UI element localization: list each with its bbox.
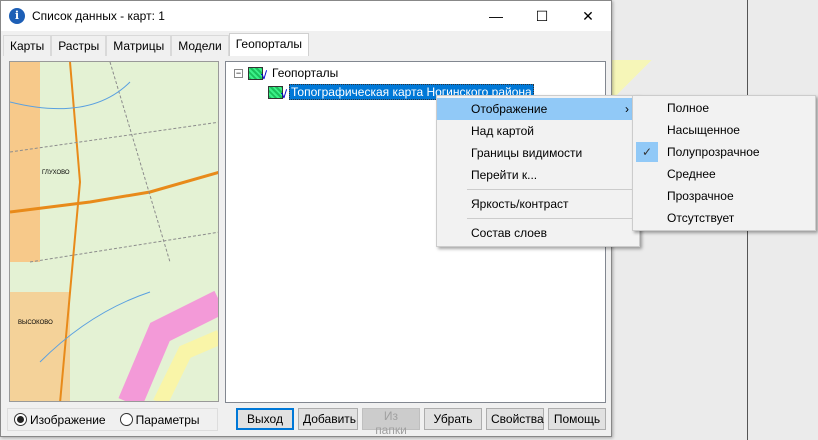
tree-node-geoportals[interactable]: − Геопорталы bbox=[234, 66, 339, 82]
collapse-icon[interactable]: − bbox=[234, 68, 243, 78]
map-preview: ГЛУХОВО ВЫСОКОВО bbox=[9, 61, 219, 402]
background-map-area bbox=[612, 60, 652, 100]
map-label: ГЛУХОВО bbox=[42, 170, 70, 176]
close-button[interactable]: ✕ bbox=[565, 1, 611, 31]
submenu-item-transparent[interactable]: Прозрачное bbox=[633, 185, 815, 207]
help-button[interactable]: Помощь bbox=[548, 408, 606, 430]
info-icon: i bbox=[9, 8, 25, 24]
menu-item-above-map[interactable]: Над картой bbox=[437, 120, 639, 142]
add-button[interactable]: Добавить bbox=[298, 408, 358, 430]
check-icon: ✓ bbox=[636, 142, 658, 162]
menu-item-display[interactable]: Отображение › bbox=[437, 98, 639, 120]
radio-parameters[interactable]: Параметры bbox=[119, 412, 200, 427]
minimize-button[interactable]: — bbox=[473, 1, 519, 31]
submenu-item-semi-transparent[interactable]: ✓ Полупрозрачное bbox=[633, 141, 815, 163]
chevron-right-icon: › bbox=[625, 102, 629, 116]
tab-bar: Карты Растры Матрицы Модели Геопорталы bbox=[3, 33, 310, 56]
tab-matrices[interactable]: Матрицы bbox=[106, 35, 172, 56]
tab-rasters[interactable]: Растры bbox=[51, 35, 107, 56]
menu-item-label: Отображение bbox=[471, 102, 548, 116]
display-submenu: Полное Насыщенное ✓ Полупрозрачное Средне… bbox=[632, 95, 816, 231]
window-title: Список данных - карт: 1 bbox=[32, 9, 165, 23]
maximize-button[interactable]: ☐ bbox=[519, 1, 565, 31]
tree-node-label: Геопорталы bbox=[272, 66, 339, 80]
from-folder-button[interactable]: Из папки bbox=[362, 408, 420, 437]
layer-icon bbox=[248, 66, 267, 82]
remove-button[interactable]: Убрать bbox=[424, 408, 482, 430]
radio-icon-selected bbox=[14, 413, 27, 426]
map-preview-image: ГЛУХОВО ВЫСОКОВО bbox=[10, 62, 218, 401]
submenu-item-medium[interactable]: Среднее bbox=[633, 163, 815, 185]
radio-image[interactable]: Изображение bbox=[14, 413, 106, 427]
menu-item-brightness-contrast[interactable]: Яркость/контраст bbox=[437, 193, 639, 215]
menu-item-visibility-bounds[interactable]: Границы видимости bbox=[437, 142, 639, 164]
menu-item-label: Полупрозрачное bbox=[667, 145, 760, 159]
map-label: ВЫСОКОВО bbox=[18, 320, 53, 326]
radio-icon bbox=[119, 413, 133, 426]
menu-item-layer-composition[interactable]: Состав слоев bbox=[437, 222, 639, 244]
properties-button[interactable]: Свойства bbox=[486, 408, 544, 430]
submenu-item-full[interactable]: Полное bbox=[633, 97, 815, 119]
button-bar: Выход Добавить Из папки Убрать Свойства … bbox=[236, 408, 606, 437]
submenu-item-saturated[interactable]: Насыщенное bbox=[633, 119, 815, 141]
tab-models[interactable]: Модели bbox=[171, 35, 229, 56]
context-menu: Отображение › Над картой Границы видимост… bbox=[436, 95, 640, 247]
tab-maps[interactable]: Карты bbox=[3, 35, 52, 56]
tab-geoportals[interactable]: Геопорталы bbox=[228, 33, 310, 56]
menu-item-go-to[interactable]: Перейти к... bbox=[437, 164, 639, 186]
exit-button[interactable]: Выход bbox=[236, 408, 294, 430]
submenu-item-none[interactable]: Отсутствует bbox=[633, 207, 815, 229]
view-mode-group: Изображение Параметры bbox=[7, 408, 218, 431]
layer-icon bbox=[268, 85, 287, 101]
radio-label: Параметры bbox=[135, 412, 200, 427]
radio-label: Изображение bbox=[30, 412, 106, 427]
menu-separator bbox=[467, 218, 639, 219]
menu-separator bbox=[467, 189, 639, 190]
